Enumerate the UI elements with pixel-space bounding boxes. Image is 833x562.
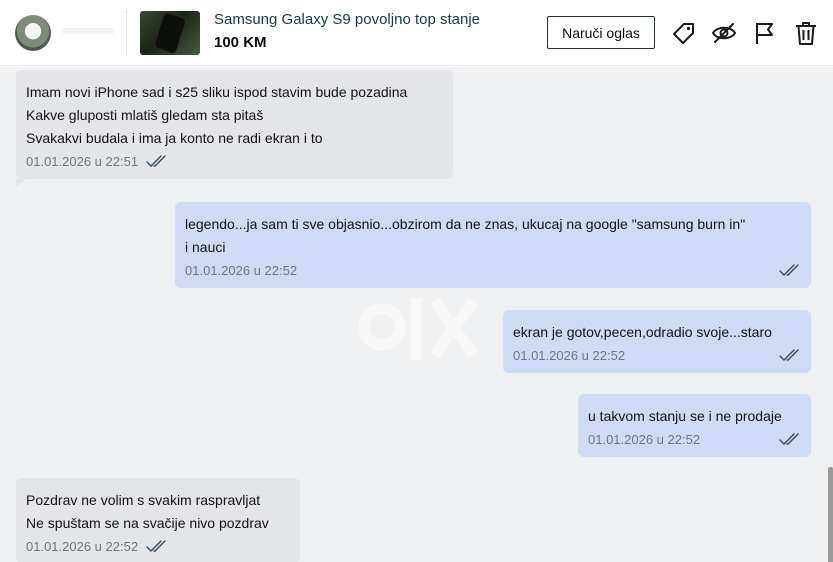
chat-scrollbar[interactable] — [828, 467, 833, 562]
message-meta: 01.01.2026 u 22:52 — [513, 345, 801, 365]
item-title[interactable]: Samsung Galaxy S9 povoljno top stanje — [214, 11, 480, 28]
message-text: ekran je gotov,pecen,odradio svoje...sta… — [513, 324, 772, 340]
phone-image — [153, 12, 187, 54]
read-ticks-icon — [146, 154, 168, 168]
message-meta: 01.01.2026 u 22:52 — [588, 429, 801, 449]
message-timestamp: 01.01.2026 u 22:51 — [26, 153, 139, 169]
message-meta: 01.01.2026 u 22:52 — [26, 536, 290, 556]
message-meta: 01.01.2026 u 22:52 — [185, 260, 801, 280]
message-timestamp: 01.01.2026 u 22:52 — [588, 431, 701, 447]
flag-icon[interactable] — [752, 20, 778, 46]
read-ticks-icon — [779, 432, 801, 446]
item-thumbnail[interactable] — [140, 11, 200, 55]
message-outgoing[interactable]: ekran je gotov,pecen,odradio svoje...sta… — [503, 310, 811, 373]
read-ticks-icon — [146, 539, 168, 553]
message-text: i nauci — [185, 239, 226, 255]
item-price: 100 KM — [214, 34, 267, 51]
message-text: legendo...ja sam ti sve objasnio...obzir… — [185, 216, 746, 232]
message-text: Kakve gluposti mlatiš gledam sta pitaš — [26, 107, 264, 123]
message-outgoing[interactable]: legendo...ja sam ti sve objasnio...obzir… — [175, 202, 811, 288]
read-ticks-icon — [779, 348, 801, 362]
message-text: Imam novi iPhone sad i s25 sliku ispod s… — [26, 84, 408, 100]
olx-watermark-logo — [358, 294, 478, 364]
message-timestamp: 01.01.2026 u 22:52 — [513, 347, 626, 363]
message-meta: 01.01.2026 u 22:51 — [26, 151, 443, 171]
message-timestamp: 01.01.2026 u 22:52 — [26, 538, 139, 554]
message-incoming[interactable]: Imam novi iPhone sad i s25 sliku ispod s… — [16, 70, 453, 187]
hide-eye-icon[interactable] — [711, 20, 737, 46]
read-ticks-icon — [779, 263, 801, 277]
message-incoming[interactable]: Pozdrav ne volim s svakim raspravljat Ne… — [16, 478, 300, 562]
message-text: u takvom stanju se i ne prodaje — [588, 408, 782, 424]
tag-icon[interactable] — [671, 20, 697, 46]
username-placeholder — [62, 28, 114, 34]
message-text: Pozdrav ne volim s svakim raspravljat — [26, 492, 261, 508]
trash-icon[interactable] — [793, 20, 819, 46]
message-outgoing[interactable]: u takvom stanju se i ne prodaje 01.01.20… — [578, 394, 811, 457]
message-timestamp: 01.01.2026 u 22:52 — [185, 262, 298, 278]
order-ad-button[interactable]: Naruči oglas — [547, 16, 655, 49]
chat-header: Samsung Galaxy S9 povoljno top stanje 10… — [0, 0, 833, 66]
header-divider — [126, 10, 127, 56]
message-text: Svakakvi budala i ima ja konto ne radi e… — [26, 130, 323, 146]
chat-messages-area[interactable]: Imam novi iPhone sad i s25 sliku ispod s… — [0, 67, 833, 562]
user-avatar[interactable] — [15, 15, 51, 51]
message-text: Ne spuštam se na svačije nivo pozdrav — [26, 515, 269, 531]
